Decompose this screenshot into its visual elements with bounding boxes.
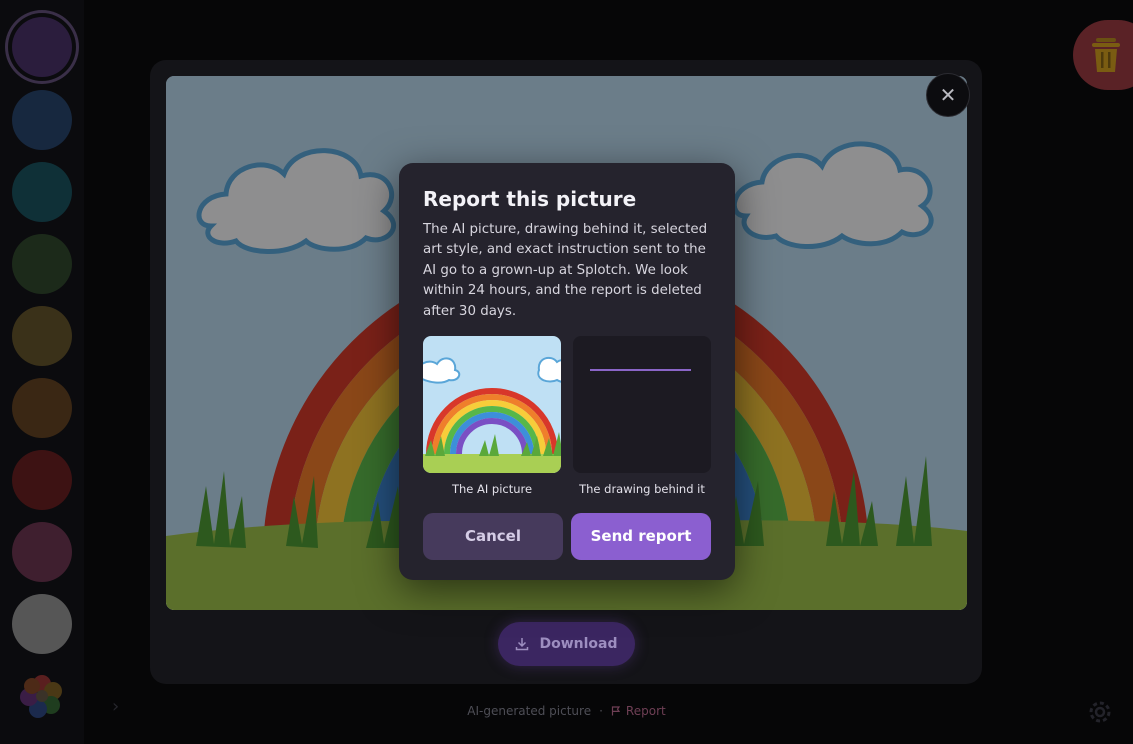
color-swatch-green[interactable] — [12, 234, 72, 294]
picture-footer: AI-generated picture · Report — [0, 704, 1133, 718]
close-viewer-button[interactable]: ✕ — [926, 73, 970, 117]
download-button[interactable]: Download — [498, 622, 635, 666]
report-thumbnails: The AI picture The drawing behind it — [423, 336, 711, 496]
footer-separator: · — [599, 704, 603, 718]
color-swatch-pink[interactable] — [12, 522, 72, 582]
flag-icon — [611, 706, 621, 716]
drawing-caption: The drawing behind it — [579, 482, 705, 496]
clear-canvas-button[interactable] — [1073, 20, 1133, 90]
app-root: › ✕ Download AI-generated picture · Repo… — [0, 0, 1133, 744]
color-swatch-blue[interactable] — [12, 90, 72, 150]
report-link[interactable]: Report — [611, 704, 666, 718]
report-dialog: Report this picture The AI picture, draw… — [399, 163, 735, 580]
gear-icon — [1089, 701, 1111, 723]
download-label: Download — [539, 636, 618, 652]
color-swatch-purple[interactable] — [12, 17, 72, 77]
close-icon: ✕ — [939, 83, 957, 107]
color-swatch-orange[interactable] — [12, 378, 72, 438]
color-palette — [0, 0, 84, 744]
send-report-button[interactable]: Send report — [571, 513, 711, 560]
report-dialog-title: Report this picture — [423, 187, 637, 211]
settings-button[interactable] — [1086, 698, 1114, 730]
color-swatch-red[interactable] — [12, 450, 72, 510]
ai-picture-thumbnail — [423, 336, 561, 473]
report-dialog-description: The AI picture, drawing behind it, selec… — [423, 222, 708, 319]
ai-picture-caption: The AI picture — [451, 482, 533, 496]
report-link-label: Report — [625, 704, 666, 718]
drawing-thumbnail — [573, 336, 711, 473]
color-swatch-gray[interactable] — [12, 594, 72, 654]
ai-generated-label: AI-generated picture — [467, 704, 592, 718]
cancel-button[interactable]: Cancel — [423, 513, 563, 560]
drawing-stroke — [590, 369, 691, 371]
color-swatch-teal[interactable] — [12, 162, 72, 222]
trash-icon — [1092, 38, 1120, 72]
download-icon — [516, 638, 529, 651]
color-swatch-yellow[interactable] — [12, 306, 72, 366]
